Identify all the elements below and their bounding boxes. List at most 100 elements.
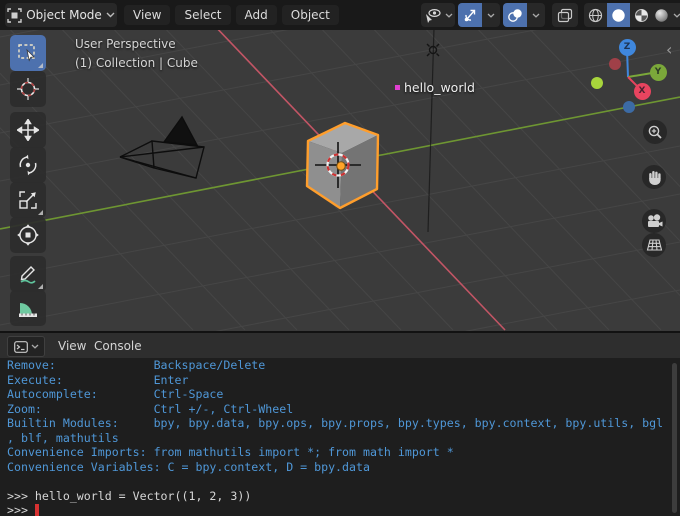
shading-solid-icon — [611, 8, 626, 23]
camera-view-icon — [646, 214, 663, 229]
console-line: Execute: Enter — [7, 373, 668, 388]
console-cursor — [35, 504, 39, 516]
xray-icon — [557, 8, 573, 23]
object-mode-icon — [7, 8, 22, 23]
object-origin-dot — [337, 162, 345, 170]
zoom-icon — [647, 124, 663, 140]
tool-annotate[interactable] — [10, 256, 46, 292]
gizmo-z-axis[interactable]: Z — [619, 39, 636, 56]
overlays-dropdown[interactable] — [527, 3, 545, 27]
console-output: Remove: Backspace/DeleteExecute: EnterAu… — [7, 358, 668, 516]
navigation-gizmo[interactable]: Z Y X — [590, 36, 670, 116]
camera-object[interactable] — [120, 117, 204, 178]
tool-options-indicator — [38, 210, 43, 215]
gizmo-neg-y-axis[interactable] — [591, 77, 603, 89]
ortho-toggle-button[interactable] — [642, 233, 666, 257]
console-scrollbar[interactable] — [672, 363, 677, 513]
mode-selector-dropdown[interactable]: Object Mode — [5, 3, 117, 27]
console-line: >>> hello_world = Vector((1, 2, 3)) — [7, 489, 668, 504]
gizmo-z-label: Z — [624, 42, 631, 52]
shading-material-button[interactable] — [630, 3, 653, 27]
console-line: Convenience Imports: from mathutils impo… — [7, 445, 668, 460]
menu-add[interactable]: Add — [236, 5, 277, 25]
console-line: Autocomplete: Ctrl-Space — [7, 387, 668, 402]
object-name-label: hello_world — [404, 80, 475, 95]
menu-object[interactable]: Object — [282, 5, 339, 25]
cursor-3d-icon — [16, 77, 40, 101]
shading-mode-group — [584, 3, 680, 27]
sidebar-collapse-arrow[interactable]: ‹ — [666, 42, 672, 58]
shading-wireframe-button[interactable] — [584, 3, 607, 27]
console-line: >>> — [7, 503, 668, 516]
collection-breadcrumb: (1) Collection | Cube — [75, 56, 198, 70]
gizmo-neg-x-axis[interactable] — [609, 58, 621, 70]
gizmo-icon — [463, 8, 478, 23]
shading-rendered-button[interactable] — [653, 3, 670, 27]
tool-select-box[interactable] — [10, 35, 46, 71]
gizmo-neg-z-axis[interactable] — [623, 101, 635, 113]
gizmo-y-label: Y — [655, 67, 662, 77]
console-line: Builtin Modules: bpy, bpy.data, bpy.ops,… — [7, 416, 668, 431]
visibility-icon — [424, 8, 441, 23]
tool-move[interactable] — [10, 112, 46, 148]
camera-view-button[interactable] — [642, 209, 666, 233]
mode-selector-label: Object Mode — [26, 8, 102, 22]
console-line: Zoom: Ctrl +/-, Ctrl-Wheel — [7, 402, 668, 417]
annotate-icon — [17, 263, 39, 285]
light-object[interactable] — [427, 28, 439, 232]
move-icon — [17, 119, 39, 141]
gizmo-x-axis[interactable]: X — [634, 83, 651, 100]
show-gizmo-toggle[interactable] — [458, 3, 482, 27]
tool-options-indicator — [38, 63, 43, 68]
xray-toggle[interactable] — [552, 3, 578, 27]
console-line: , blf, mathutils — [7, 431, 668, 446]
shading-dropdown[interactable] — [670, 3, 680, 27]
camera-up-triangle — [164, 117, 197, 145]
chevron-down-icon — [106, 12, 115, 18]
ortho-grid-icon — [646, 238, 663, 252]
empty-marker-icon — [395, 85, 400, 90]
viewport-menubar: View Select Add Object — [124, 0, 339, 30]
menu-view[interactable]: View — [124, 5, 170, 25]
measure-icon — [17, 297, 39, 319]
shading-material-icon — [634, 8, 649, 23]
overlays-icon — [507, 8, 523, 23]
tool-transform[interactable] — [10, 217, 46, 253]
tool-scale[interactable] — [10, 182, 46, 218]
console-line: Remove: Backspace/Delete — [7, 358, 668, 373]
python-console-editor[interactable]: View Console Remove: Backspace/DeleteExe… — [0, 331, 680, 516]
tool-rotate[interactable] — [10, 147, 46, 183]
show-overlays-toggle[interactable] — [503, 3, 527, 27]
tool-measure[interactable] — [10, 290, 46, 326]
shading-solid-button[interactable] — [607, 3, 630, 27]
object-visibility-dropdown[interactable] — [421, 3, 455, 27]
console-editor-icon — [14, 341, 28, 353]
chevron-down-icon — [445, 13, 453, 18]
tool-options-indicator — [38, 284, 43, 289]
shading-wireframe-icon — [588, 8, 603, 23]
chevron-down-icon — [31, 344, 39, 349]
editor-type-dropdown[interactable] — [7, 336, 45, 357]
blender-window: User Perspective (1) Collection | Cube h… — [0, 0, 680, 516]
scale-icon — [17, 189, 39, 211]
pan-hand-icon — [647, 169, 662, 185]
tool-cursor[interactable] — [10, 71, 46, 107]
console-line — [7, 474, 668, 489]
pan-button[interactable] — [642, 165, 666, 189]
gizmo-y-axis[interactable]: Y — [650, 64, 667, 81]
console-header: View Console — [0, 333, 680, 358]
console-menu-console[interactable]: Console — [86, 333, 150, 358]
empty-object-hello-world[interactable]: hello_world — [395, 80, 475, 95]
overlay-controls — [503, 3, 545, 27]
viewport-3d[interactable]: User Perspective (1) Collection | Cube h… — [0, 0, 680, 331]
rotate-icon — [17, 154, 39, 176]
viewport-header: Object Mode View Select Add Object — [0, 0, 680, 30]
gizmo-dropdown[interactable] — [482, 3, 500, 27]
gizmo-controls — [458, 3, 500, 27]
gizmo-x-label: X — [639, 86, 646, 96]
select-box-icon — [17, 42, 39, 64]
zoom-button[interactable] — [643, 120, 667, 144]
view-perspective-label: User Perspective — [75, 37, 176, 51]
menu-select[interactable]: Select — [175, 5, 230, 25]
console-line: Convenience Variables: C = bpy.context, … — [7, 460, 668, 475]
